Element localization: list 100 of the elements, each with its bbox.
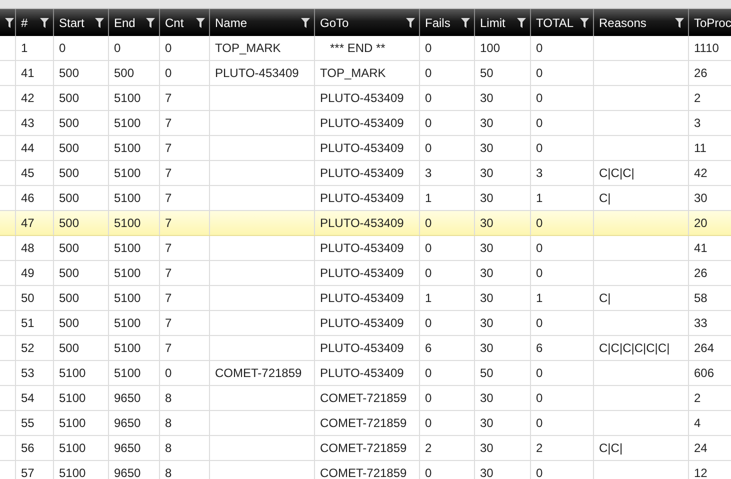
column-header[interactable]: Cnt [165,16,184,30]
table-cell: 30 [480,166,494,180]
table-cell: C|C| [599,441,623,455]
table-cell: 0 [425,41,432,55]
filter-icon[interactable] [5,18,14,28]
table-row[interactable]: 48 500 5100 7 PLUTO-453409 0 30 0 41 [0,236,731,261]
filter-icon[interactable] [40,18,49,28]
table-row[interactable]: 43 500 5100 7 PLUTO-453409 0 30 0 3 [0,111,731,136]
column-header[interactable]: TOTAL [536,16,574,30]
filter-icon[interactable] [301,18,310,28]
table-cell: C|C|C| [599,166,634,180]
table-cell: 12 [694,466,708,479]
table-cell: 46 [21,191,34,205]
table-cell: 5100 [59,366,86,380]
table-cell: 3 [425,166,432,180]
table-cell: 7 [165,266,172,280]
table-cell: PLUTO-453409 [320,291,404,305]
table-row[interactable]: 51 500 5100 7 PLUTO-453409 0 30 0 33 [0,311,731,336]
table-cell: 26 [694,266,708,280]
table-cell: 0 [425,466,432,479]
filter-icon[interactable] [406,18,415,28]
column-header[interactable]: Reasons [599,16,646,30]
table-cell: 5100 [114,166,141,180]
table-cell: 30 [480,341,494,355]
filter-icon[interactable] [517,18,526,28]
table-cell: 500 [59,241,80,255]
column-header[interactable]: GoTo [320,16,349,30]
table-cell: 30 [480,291,494,305]
table-row[interactable]: 45 500 5100 7 PLUTO-453409 3 30 3 C|C|C| 42 [0,161,731,186]
table-cell: 5100 [114,116,141,130]
column-header[interactable]: ToProc [694,16,731,30]
table-cell: 0 [425,416,432,430]
table-cell: 0 [165,66,172,80]
table-cell: 9650 [114,416,141,430]
table-cell: C| [599,291,611,305]
table-row[interactable]: 54 5100 9650 8 COMET-721859 0 30 0 2 [0,386,731,411]
filter-icon[interactable] [95,18,104,28]
table-cell: 0 [536,241,543,255]
table-cell: 5100 [114,191,141,205]
table-cell: 9650 [114,441,141,455]
table-row[interactable]: 1 0 0 0 TOP_MARK *** END ** 0 100 0 1110 [0,36,731,61]
table-row[interactable]: 55 5100 9650 8 COMET-721859 0 30 0 4 [0,411,731,436]
table-row[interactable]: 50 500 5100 7 PLUTO-453409 1 30 1 C| 58 [0,286,731,311]
column-header[interactable]: End [114,16,136,30]
table-cell: 0 [425,391,432,405]
table-cell: PLUTO-453409 [320,116,404,130]
table-row[interactable]: 49 500 5100 7 PLUTO-453409 0 30 0 26 [0,261,731,286]
table-row[interactable]: 53 5100 5100 0 COMET-721859 PLUTO-453409 0 50 0 606 [0,361,731,386]
table-cell: 500 [59,166,80,180]
table-cell: 2 [425,441,432,455]
table-cell: 30 [480,216,494,230]
filter-icon[interactable] [580,18,589,28]
table-cell: PLUTO-453409 [320,341,404,355]
table-cell: 0 [425,91,432,105]
table-cell: 7 [165,191,172,205]
filter-icon[interactable] [675,18,684,28]
table-cell: 8 [165,416,172,430]
filter-icon[interactable] [461,18,470,28]
column-header[interactable]: Start [59,16,84,30]
table-cell: 7 [165,241,172,255]
table-row[interactable]: 41 500 500 0 PLUTO-453409 TOP_MARK 0 50 0 26 [0,61,731,86]
table-cell: 30 [480,391,494,405]
table-cell: 0 [536,91,543,105]
column-header[interactable]: Limit [480,16,506,30]
table-cell: 49 [21,266,34,280]
table-cell: 5100 [59,466,86,479]
filter-icon[interactable] [146,18,155,28]
table-cell: 5100 [59,441,86,455]
table-cell: 5100 [114,266,141,280]
table-cell: C|C|C|C|C|C| [599,341,670,355]
table-cell: 54 [21,391,34,405]
table-cell: 30 [694,191,708,205]
table-row[interactable]: 52 500 5100 7 PLUTO-453409 6 30 6 C|C|C|C|C|C| 264 [0,336,731,361]
table-cell: 0 [425,366,432,380]
table-cell: 500 [59,341,80,355]
table-cell: 0 [536,141,543,155]
table-cell: PLUTO-453409 [320,266,404,280]
table-cell-text: *** END ** [329,41,386,55]
table-row[interactable]: 46 500 5100 7 PLUTO-453409 1 30 1 C| 30 [0,186,731,211]
table-row[interactable]: 56 5100 9650 8 COMET-721859 2 30 2 C|C| 24 [0,436,731,461]
table-cell: 30 [480,141,494,155]
column-header[interactable]: Name [215,16,248,30]
table-cell: 500 [59,316,80,330]
table-cell: 4 [694,416,701,430]
table-cell: 30 [480,441,494,455]
table-row[interactable]: 44 500 5100 7 PLUTO-453409 0 30 0 11 [0,136,731,161]
table-cell: 0 [59,41,66,55]
table-cell: 7 [165,316,172,330]
column-header[interactable]: # [21,16,28,30]
table-cell: 47 [21,216,34,230]
table-row[interactable]: 42 500 5100 7 PLUTO-453409 0 30 0 2 [0,86,731,111]
table-cell: 0 [425,116,432,130]
table-cell: 57 [21,466,34,479]
table-cell: 5100 [114,216,141,230]
table-cell: 1 [536,291,543,305]
column-header[interactable]: Fails [425,16,450,30]
table-cell: 45 [21,166,34,180]
table-cell: 0 [425,66,432,80]
table-row[interactable]: 47 500 5100 7 PLUTO-453409 0 30 0 20 [0,211,731,236]
filter-icon[interactable] [196,18,205,28]
